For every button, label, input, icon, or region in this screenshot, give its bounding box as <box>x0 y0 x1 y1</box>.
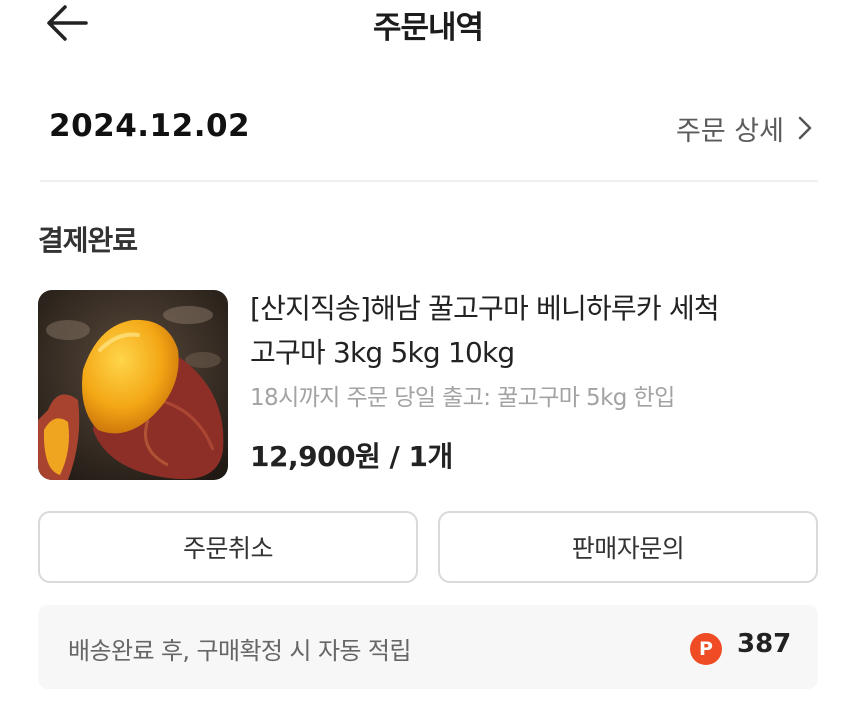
chevron-right-icon <box>798 116 812 140</box>
points-banner: 배송완료 후, 구매확정 시 자동 적립 P 387 <box>38 605 818 689</box>
cancel-order-button[interactable]: 주문취소 <box>38 511 418 583</box>
order-status: 결제완료 <box>38 224 138 257</box>
product-name-line1: [산지직송]해남 꿀고구마 베니하루카 세척 <box>250 292 720 325</box>
order-detail-link[interactable]: 주문 상세 <box>676 108 812 148</box>
order-date: 2024.12.02 <box>49 108 251 144</box>
product-name[interactable]: [산지직송]해남 꿀고구마 베니하루카 세척 고구마 3kg 5kg 10kg <box>250 287 810 375</box>
sweet-potato-photo <box>38 290 228 480</box>
seller-inquiry-button[interactable]: 판매자문의 <box>438 511 818 583</box>
points-value: 387 <box>737 629 792 659</box>
product-name-line2: 고구마 3kg 5kg 10kg <box>250 336 515 369</box>
divider <box>40 180 818 182</box>
product-price: 12,900원 / 1개 <box>250 440 453 473</box>
order-detail-label: 주문 상세 <box>676 115 784 147</box>
point-icon: P <box>690 633 722 665</box>
product-option: 18시까지 주문 당일 출고: 꿀고구마 5kg 한입 <box>250 385 675 411</box>
header: 주문내역 <box>0 0 856 52</box>
points-text: 배송완료 후, 구매확정 시 자동 적립 <box>68 637 412 665</box>
product-image[interactable] <box>38 290 228 480</box>
page-title: 주문내역 <box>372 10 484 46</box>
